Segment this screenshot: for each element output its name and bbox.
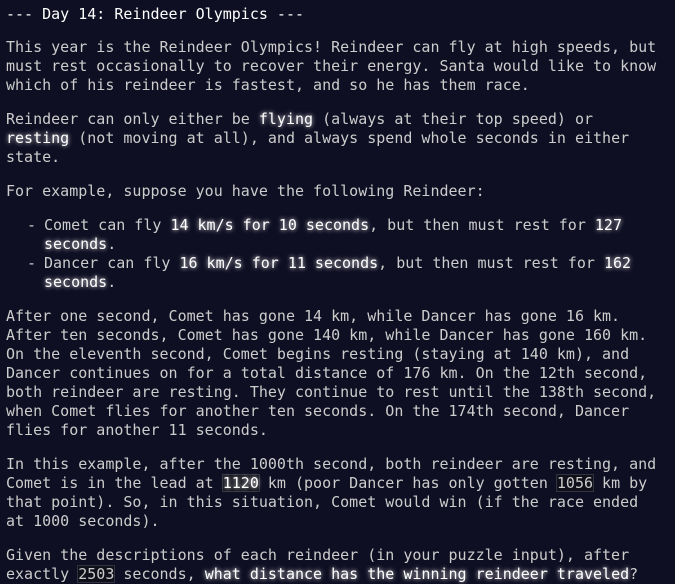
- text: km (poor Dancer has only gotten: [258, 474, 557, 492]
- list-item-dancer: Dancer can fly 16 km/s for 11 seconds, b…: [22, 254, 664, 292]
- text: Reindeer can only either be: [6, 110, 259, 128]
- text: .: [107, 235, 117, 253]
- puzzle-title: --- Day 14: Reindeer Olympics ---: [6, 5, 305, 23]
- text: Comet can fly: [44, 216, 171, 234]
- states-paragraph: Reindeer can only either be flying (alwa…: [6, 110, 664, 167]
- text: (always at their top speed) or: [313, 110, 594, 128]
- example-result-paragraph: In this example, after the 1000th second…: [6, 455, 664, 531]
- question-highlight: what distance has the winning reindeer t…: [204, 565, 630, 583]
- flying-emphasis: flying: [258, 110, 314, 128]
- timeline-paragraph: After one second, Comet has gone 14 km, …: [6, 307, 657, 439]
- seconds-value: 2503: [78, 565, 115, 583]
- comet-distance-code: 1120: [221, 474, 260, 492]
- text: (not moving at all), and always spend wh…: [6, 129, 630, 166]
- text: , but then must rest for: [378, 254, 604, 272]
- text: , but then must rest for: [369, 216, 595, 234]
- puzzle-article: --- Day 14: Reindeer Olympics --- This y…: [0, 0, 664, 584]
- reindeer-list: Comet can fly 14 km/s for 10 seconds, bu…: [6, 216, 664, 292]
- dancer-speed: 16 km/s for 11 seconds: [179, 254, 379, 272]
- text: Dancer can fly: [44, 254, 180, 272]
- seconds-code: 2503: [77, 565, 116, 583]
- example-intro: For example, suppose you have the follow…: [6, 182, 485, 200]
- dancer-distance: 1056: [556, 474, 594, 492]
- text: ?: [629, 565, 639, 583]
- intro-paragraph: This year is the Reindeer Olympics! Rein…: [6, 38, 657, 94]
- text: seconds,: [114, 565, 205, 583]
- question-paragraph: Given the descriptions of each reindeer …: [6, 546, 664, 584]
- comet-distance: 1120: [222, 474, 259, 492]
- text: .: [107, 273, 117, 291]
- list-item-comet: Comet can fly 14 km/s for 10 seconds, bu…: [22, 216, 664, 254]
- resting-emphasis: resting: [6, 129, 70, 147]
- comet-speed: 14 km/s for 10 seconds: [170, 216, 370, 234]
- dancer-distance-code: 1056: [555, 474, 595, 492]
